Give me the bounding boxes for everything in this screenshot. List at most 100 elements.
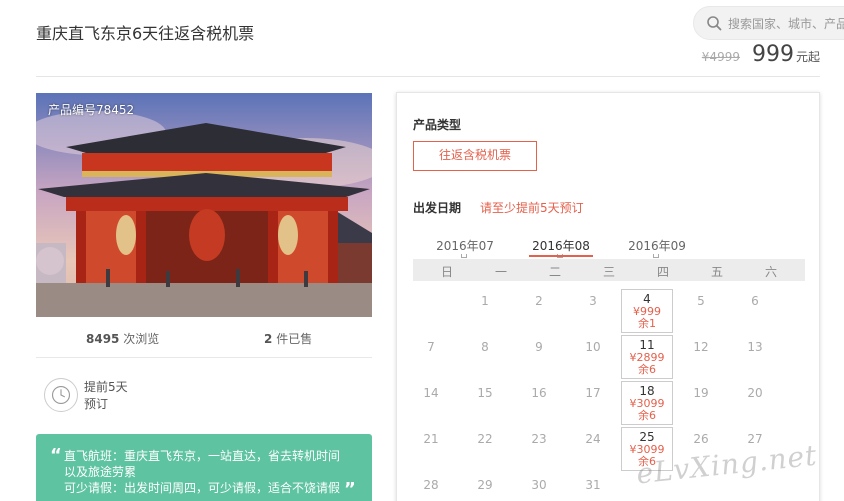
calendar-day-21: 21	[405, 427, 457, 471]
advance-label: 预订	[84, 397, 109, 411]
day-number: 22	[477, 432, 493, 446]
day-number: 18	[639, 384, 655, 398]
product-code: 产品编号78452	[48, 103, 135, 117]
day-number: 7	[427, 340, 435, 354]
day-number: 4	[643, 292, 651, 306]
day-number: 21	[423, 432, 439, 446]
clock-icon	[44, 378, 78, 412]
day-number: 5	[697, 294, 705, 308]
calendar-day-7: 7	[405, 335, 457, 379]
day-number: 19	[693, 386, 709, 400]
weekday: 四	[656, 265, 669, 279]
quote-line: 以及旅途劳累	[64, 465, 137, 479]
calendar-day-31: 31	[567, 473, 619, 501]
day-stock: 余1	[638, 317, 656, 330]
views-count: 8495 次浏览	[86, 332, 160, 346]
day-number: 14	[423, 386, 439, 400]
calendar-day-15: 15	[459, 381, 511, 425]
calendar-day-23: 23	[513, 427, 565, 471]
header-divider	[36, 76, 820, 77]
calendar-day-11[interactable]: 11 ¥2899 余6	[621, 335, 673, 379]
calendar-day-9: 9	[513, 335, 565, 379]
day-number: 29	[477, 478, 493, 492]
quote-close-icon: ”	[344, 479, 356, 500]
calendar-day-17: 17	[567, 381, 619, 425]
calendar-day-1: 1	[459, 289, 511, 333]
month-tab-2016-08[interactable]: 2016年08	[529, 237, 593, 258]
day-number: 24	[585, 432, 601, 446]
day-number: 2	[535, 294, 543, 308]
calendar-day-18[interactable]: 18 ¥3099 余6	[621, 381, 673, 425]
day-number: 13	[747, 340, 763, 354]
day-number: 28	[423, 478, 439, 492]
stats-row: 8495 次浏览 2 件已售	[36, 330, 372, 350]
calendar-day-10: 10	[567, 335, 619, 379]
page-title: 重庆直飞东京6天往返含税机票	[36, 24, 255, 43]
calendar-day-8: 8	[459, 335, 511, 379]
departure-date-label: 出发日期	[413, 201, 462, 215]
day-number: 23	[531, 432, 547, 446]
day-number: 20	[747, 386, 763, 400]
quote-open-icon: “	[50, 445, 62, 466]
calendar-day-6: 6	[729, 289, 781, 333]
day-number: 6	[751, 294, 759, 308]
day-number: 26	[693, 432, 709, 446]
day-number: 9	[535, 340, 543, 354]
price-block: ¥4999 999 元起	[702, 42, 820, 67]
search-icon[interactable]	[706, 15, 722, 31]
calendar-day-2: 2	[513, 289, 565, 333]
calendar-day-29: 29	[459, 473, 511, 501]
calendar-day-22: 22	[459, 427, 511, 471]
day-number: 31	[585, 478, 601, 492]
day-number: 17	[585, 386, 601, 400]
type-option-roundtrip[interactable]: 往返含税机票	[413, 141, 537, 171]
calendar-day-5: 5	[675, 289, 727, 333]
day-number: 3	[589, 294, 597, 308]
weekday: 一	[494, 265, 507, 279]
current-price: 999	[751, 42, 794, 67]
original-price: ¥4999	[701, 50, 740, 64]
quote-line: 直飞航班：重庆直飞东京，一站直达，省去转机时间	[64, 449, 341, 463]
calendar-day-14: 14	[405, 381, 457, 425]
calendar-day-30: 30	[513, 473, 565, 501]
product-type-label: 产品类型	[413, 118, 462, 132]
weekday-header: 日 一 二 三 四 五 六	[413, 259, 805, 281]
calendar-day-12: 12	[675, 335, 727, 379]
product-photo: 产品编号78452	[36, 93, 372, 317]
price-unit: 元起	[795, 50, 820, 64]
day-number: 15	[477, 386, 493, 400]
weekday: 日	[440, 265, 453, 279]
calendar-day-4[interactable]: 4 ¥999 余1	[621, 289, 673, 333]
calendar-day-20: 20	[729, 381, 781, 425]
day-stock: 余6	[638, 363, 656, 376]
booking-panel: 产品类型 往返含税机票 出发日期 请至少提前5天预订 2016年07 2016年…	[396, 92, 820, 501]
day-number: 16	[531, 386, 547, 400]
active-month-indicator	[529, 255, 593, 257]
day-number: 11	[639, 338, 655, 352]
day-number: 25	[639, 430, 655, 444]
weekday: 二	[548, 265, 561, 279]
month-tab-2016-07[interactable]: 2016年07	[433, 237, 497, 258]
date-hint: 请至少提前5天预订	[480, 201, 584, 215]
weekday: 三	[602, 265, 615, 279]
advance-days: 提前5天	[84, 380, 128, 394]
day-number: 1	[481, 294, 489, 308]
day-number: 30	[531, 478, 547, 492]
calendar-day-13: 13	[729, 335, 781, 379]
stats-divider	[36, 357, 372, 358]
day-number: 8	[481, 340, 489, 354]
weekday: 五	[710, 265, 723, 279]
day-number: 10	[585, 340, 601, 354]
highlight-quote: “ 直飞航班：重庆直飞东京，一站直达，省去转机时间 以及旅途劳累 可少请假：出发…	[36, 434, 372, 501]
day-stock: 余6	[638, 409, 656, 422]
weekday: 六	[764, 265, 777, 279]
search-box[interactable]	[693, 6, 844, 40]
sold-count: 2 件已售	[264, 332, 313, 346]
month-tab-2016-09[interactable]: 2016年09	[625, 237, 689, 258]
day-number: 12	[693, 340, 709, 354]
quote-line: 可少请假：出发时间周四，可少请假，适合不饶请假	[64, 481, 341, 495]
search-input[interactable]	[728, 14, 844, 34]
calendar-day-24: 24	[567, 427, 619, 471]
calendar-day-19: 19	[675, 381, 727, 425]
calendar-day-16: 16	[513, 381, 565, 425]
